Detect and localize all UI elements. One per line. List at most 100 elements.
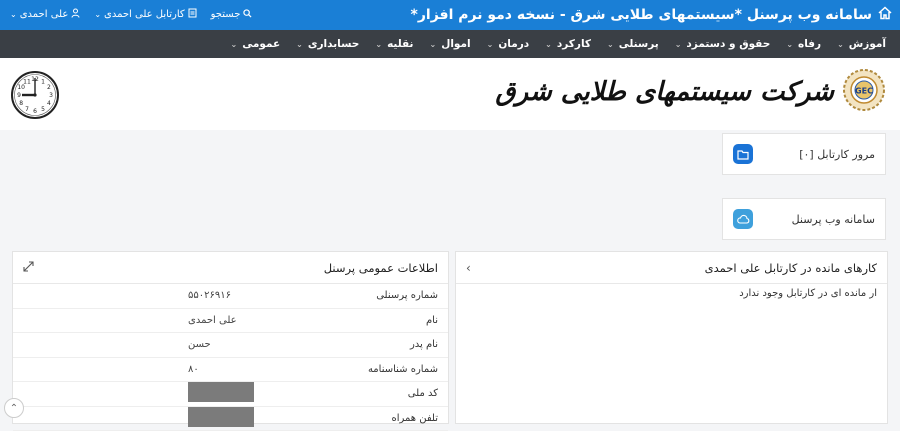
menu-item-transport[interactable]: نقلیه ⌄ [367,30,421,58]
menu-label: رفاه [798,38,821,50]
expand-icon[interactable] [23,261,34,275]
panel-header: کارهای مانده در کارتابل علی احمدی › [456,252,887,284]
clock-numeral: 2 [47,84,51,91]
field-label: شماره پرسنلی [258,290,448,301]
menu-item-welfare[interactable]: رفاه ⌄ [778,30,829,58]
menu-label: پرسنلی [619,38,659,50]
panel-header: اطلاعات عمومی پرسنل [13,252,448,284]
menu-label: حسابداری [308,38,359,50]
menu-label: کارکرد [557,38,591,50]
app-title: سامانه وب پرسنل *سیستمهای طلایی شرق - نس… [411,7,872,23]
chevron-down-icon: ⌄ [545,40,552,49]
clock-numeral: 10 [17,84,25,91]
menu-label: عمومی [242,38,280,50]
personnel-info-panel: اطلاعات عمومی پرسنل شماره پرسنلی ۵۵۰۲۶۹۱… [12,251,449,424]
menu-item-training[interactable]: آموزش ⌄ [829,30,894,58]
clock-face-icon: 111098765432112 [10,70,60,120]
info-row-birth-certificate: شماره شناسنامه ۸۰ [13,358,448,383]
field-label: تلفن همراه [258,413,448,424]
chevron-down-icon: ⌄ [675,40,682,49]
tile-label: مرور کارتابل [۰] [799,148,875,161]
field-value: ۸۰ [188,364,258,375]
menu-label: حقوق و دستمزد [686,38,770,50]
panel-title: کارهای مانده در کارتابل علی احمدی [705,261,877,275]
chevron-down-icon: ⌄ [786,40,793,49]
menu-item-attendance[interactable]: کارکرد ⌄ [537,30,599,58]
cloud-icon [733,209,753,229]
menu-item-assets[interactable]: اموال ⌄ [422,30,479,58]
tile-cartable-review[interactable]: مرور کارتابل [۰] [722,133,886,175]
chevron-down-icon: ⌄ [231,40,238,49]
field-label: کد ملی [258,388,448,399]
menu-item-medical[interactable]: درمان ⌄ [479,30,538,58]
menu-item-accounting[interactable]: حسابداری ⌄ [288,30,367,58]
menu-label: آموزش [849,38,886,50]
cartable-link[interactable]: کارتابل علی احمدی ⌄ [94,8,196,21]
chevron-down-icon: ⌄ [375,40,382,49]
info-row-name: نام علی احمدی [13,309,448,334]
chevron-down-icon: ⌄ [10,10,17,19]
folder-icon [733,144,753,164]
menu-item-general[interactable]: عمومی ⌄ [223,30,289,58]
company-logo: GEC شرکت سیستمهای طلایی شرق [495,68,886,115]
menu-label: درمان [498,38,529,50]
chevron-up-icon: ⌃ [10,403,18,414]
clock-numeral: 3 [49,92,53,99]
field-value-masked [188,407,258,430]
scroll-to-top-button[interactable]: ⌃ [4,398,24,418]
user-menu-label: علی احمدی [20,9,69,20]
app-title-area: سامانه وب پرسنل *سیستمهای طلایی شرق - نس… [411,6,892,24]
chevron-down-icon: ⌄ [430,40,437,49]
main-menu: آموزش ⌄ رفاه ⌄ حقوق و دستمزد ⌄ پرسنلی ⌄ کارک… [0,30,900,58]
user-icon [71,8,80,21]
clock-numeral: 8 [19,100,23,107]
clock-numeral: 5 [41,106,45,113]
panel-title: اطلاعات عمومی پرسنل [324,261,438,275]
field-label: شماره شناسنامه [258,364,448,375]
menu-item-personnel[interactable]: پرسنلی ⌄ [599,30,667,58]
chevron-down-icon: ⌄ [837,40,844,49]
menu-label: اموال [441,38,470,50]
info-row-personnel-number: شماره پرسنلی ۵۵۰۲۶۹۱۶ [13,284,448,309]
field-value: ۵۵۰۲۶۹۱۶ [188,290,258,301]
clock-numeral: 7 [25,106,29,113]
field-value: حسن [188,339,258,350]
chevron-down-icon: ⌄ [94,10,101,19]
field-value: علی احمدی [188,315,258,326]
field-label: نام پدر [258,339,448,350]
clock-numeral: 9 [17,92,21,99]
clock-numeral: 6 [33,108,37,115]
cartable-link-label: کارتابل علی احمدی [104,9,185,20]
info-row-mobile: تلفن همراه [13,407,448,431]
chevron-right-icon[interactable]: › [466,261,471,275]
field-value-masked [188,382,258,405]
home-icon[interactable] [878,6,892,24]
redacted-block [188,382,254,402]
tile-label: سامانه وب پرسنل [792,213,875,226]
field-label: نام [258,315,448,326]
chevron-down-icon: ⌄ [487,40,494,49]
tile-web-personnel[interactable]: سامانه وب پرسنل [722,198,886,240]
company-name: شرکت سیستمهای طلایی شرق [495,77,834,107]
analog-clock: 111098765432112 [10,70,60,123]
info-row-father-name: نام پدر حسن [13,333,448,358]
menu-label: نقلیه [387,38,413,50]
clock-numeral: 4 [47,100,51,107]
chevron-down-icon: ⌄ [296,40,303,49]
search-link[interactable]: جستجو [211,8,253,21]
user-menu[interactable]: علی احمدی ⌄ [10,8,80,21]
top-bar: سامانه وب پرسنل *سیستمهای طلایی شرق - نس… [0,0,900,30]
clock-numeral: 1 [41,78,45,85]
company-emblem-icon: GEC [842,68,886,115]
menu-item-payroll[interactable]: حقوق و دستمزد ⌄ [667,30,779,58]
search-link-label: جستجو [211,9,241,20]
page-header: GEC شرکت سیستمهای طلایی شرق 111098765432… [0,58,900,130]
search-icon [243,9,252,21]
empty-state-text: ار مانده ای در کارتابل وجود ندارد [456,284,887,303]
document-icon [188,8,197,21]
dashboard-main: مرور کارتابل [۰] سامانه وب پرسنل کارهای … [0,130,900,424]
chevron-down-icon: ⌄ [607,40,614,49]
info-row-national-code: کد ملی [13,382,448,407]
pending-tasks-panel: کارهای مانده در کارتابل علی احمدی › ار م… [455,251,888,424]
top-links: جستجو کارتابل علی احمدی ⌄ علی احمدی ⌄ [10,8,252,21]
